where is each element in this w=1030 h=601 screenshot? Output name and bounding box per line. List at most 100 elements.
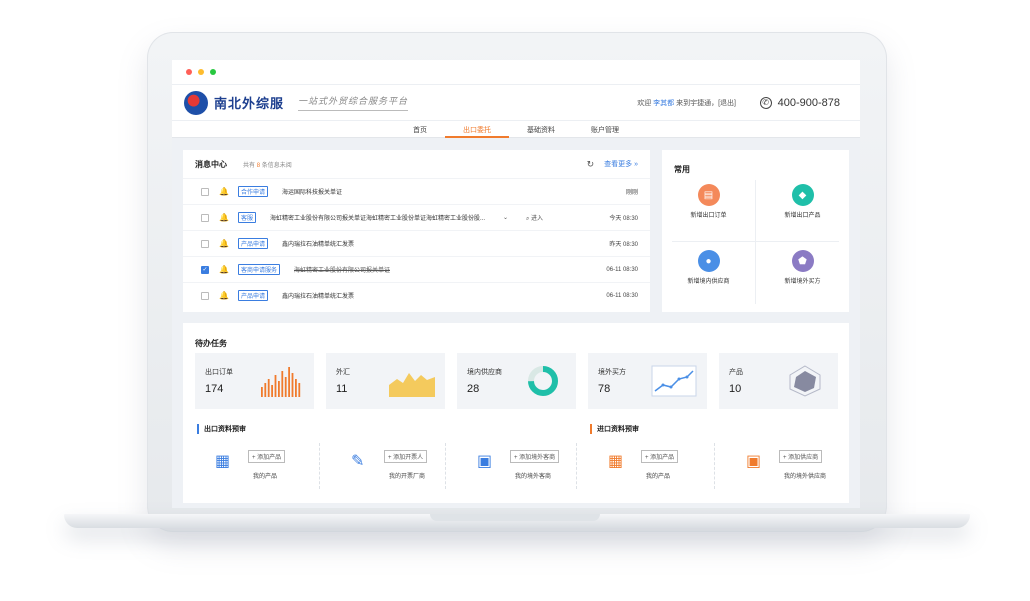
stat-value: 10	[729, 383, 742, 395]
shield-icon: ⬟	[791, 250, 814, 272]
bell-icon: 🔔	[219, 213, 229, 222]
review-item-label[interactable]: 我的开票厂商	[389, 471, 425, 480]
stat-card-3[interactable]: 境外买方 78	[588, 353, 707, 409]
stat-mini-chart	[389, 373, 435, 397]
bell-icon: 🔔	[219, 291, 229, 300]
row-checkbox[interactable]	[201, 239, 209, 248]
stat-value: 11	[336, 383, 348, 395]
message-center-title: 消息中心	[195, 159, 227, 169]
main-nav: 首页 出口委托 基础资料 账户管理	[172, 120, 860, 138]
add-button[interactable]: + 添加产品	[248, 450, 286, 463]
import-review-title: 进口资料预审	[590, 424, 639, 434]
common-action-2[interactable]: ● 新增境内供应商	[662, 242, 755, 307]
stat-mini-chart	[528, 366, 558, 396]
common-grid: ▤ 新增出口订单 ◆ 新增出口产品 ● 新增境内供应商 ⬟ 新增境外买方	[662, 176, 849, 306]
nav-home[interactable]: 首页	[395, 121, 445, 138]
view-more-link[interactable]: 查看更多 »	[604, 159, 638, 169]
add-button[interactable]: + 添加境外客商	[510, 450, 560, 463]
row-checkbox[interactable]	[201, 213, 209, 222]
line-point	[677, 377, 681, 381]
bell-icon: 🔔	[219, 239, 229, 248]
todo-panel: 待办任务 出口订单 174 外汇 11 境内供应商 28 境外买方 78 产品 10 出口资料预审…	[183, 323, 849, 503]
review-item-2[interactable]: ▣ + 添加境外客商 我的境外客商	[477, 445, 597, 485]
stat-card-2[interactable]: 境内供应商 28	[457, 353, 576, 409]
mini-bar	[267, 379, 270, 397]
review-item-4[interactable]: ▣ + 添加供应商 我的境外供应商	[746, 445, 860, 485]
mini-bar	[264, 383, 267, 397]
message-tag: 产品申请	[237, 290, 268, 301]
product-icon: ▦	[215, 453, 231, 470]
common-action-label: 新增境外买方	[784, 279, 821, 285]
message-row[interactable]: 🔔 产品申请 鑫内瑞拉石油精单统汇发票 昨天 08:30	[183, 230, 650, 256]
message-text[interactable]: 海运国际科技报关单证	[282, 187, 342, 196]
add-button[interactable]: + 添加产品	[641, 450, 679, 463]
app-header: 南北外综服 一站式外贸综合服务平台 欢迎 李其都 来到宇捷通，[退出] ✆ 40…	[172, 85, 860, 120]
chevron-down-icon[interactable]: ⌄	[503, 214, 508, 221]
message-row[interactable]: 🔔 客服 海虹精密工业股份有限公司报关单证海虹精密工业股份单证海虹精密工业股份股..…	[183, 204, 650, 230]
line-point	[685, 375, 689, 379]
review-item-label[interactable]: 我的境外客商	[515, 471, 551, 480]
review-item-label[interactable]: 我的产品	[253, 471, 277, 480]
review-item-3[interactable]: ▦ + 添加产品 我的产品	[608, 445, 728, 485]
mini-bar	[284, 377, 287, 397]
review-item-1[interactable]: ✎ + 添加开票人 我的开票厂商	[351, 445, 471, 485]
mini-bar	[274, 375, 277, 397]
message-center-header: 消息中心 共有 8 条信息未阅 ↻ 查看更多 »	[183, 150, 650, 178]
maximize-window-dot[interactable]	[210, 69, 216, 75]
row-checkbox[interactable]	[201, 291, 209, 300]
welcome-suffix[interactable]: 来到宇捷通，[退出]	[676, 100, 736, 107]
mini-bar	[278, 381, 280, 397]
common-actions-panel: 常用 ▤ 新增出口订单 ◆ 新增出口产品 ● 新增境内供应商 ⬟ 新增境外买方	[662, 150, 849, 312]
dashed-divider	[319, 443, 320, 489]
close-window-dot[interactable]	[186, 69, 192, 75]
refresh-icon[interactable]: ↻	[587, 159, 595, 170]
message-time: 06-11 08:30	[606, 266, 638, 273]
bell-icon: 🔔	[219, 187, 229, 196]
phone-icon: ✆	[759, 96, 772, 109]
line-point	[669, 385, 673, 389]
common-action-label: 新增境内供应商	[687, 279, 730, 285]
stat-value: 174	[205, 383, 224, 395]
message-row[interactable]: ✓ 🔔 客商申请服务 海虹精密工业股份有限公司报关单证 06-11 08:30	[183, 256, 650, 282]
common-action-1[interactable]: ◆ 新增出口产品	[756, 176, 849, 241]
message-time: 昨天 08:30	[609, 242, 638, 248]
message-tag: 合作申请	[237, 186, 268, 197]
review-item-0[interactable]: ▦ + 添加产品我的产品	[215, 445, 335, 485]
stat-mini-chart	[651, 365, 697, 397]
brand-logo-icon[interactable]	[184, 90, 208, 115]
unread-number: 8	[256, 162, 261, 169]
stat-label: 出口订单	[205, 369, 233, 376]
review-item-label[interactable]: 我的境外供应商	[784, 471, 826, 480]
enter-link[interactable]: ⌕ 进入	[526, 213, 543, 223]
double-chevron-right-icon: »	[634, 161, 638, 168]
stat-card-0[interactable]: 出口订单 174	[195, 353, 314, 409]
user-name-link[interactable]: 李其都	[653, 100, 674, 107]
stat-label: 产品	[729, 369, 743, 376]
brand-name[interactable]: 南北外综服	[214, 93, 284, 112]
nav-account[interactable]: 账户管理	[573, 121, 637, 138]
message-text[interactable]: 鑫内瑞拉石油精单统汇发票	[282, 239, 354, 248]
stat-value: 28	[467, 383, 480, 395]
stat-card-1[interactable]: 外汇 11	[326, 353, 445, 409]
line-point	[661, 383, 665, 387]
row-checkbox[interactable]	[201, 187, 209, 196]
stat-card-4[interactable]: 产品 10	[719, 353, 838, 409]
message-text[interactable]: 鑫内瑞拉石油精单统汇发票	[282, 291, 354, 300]
add-button[interactable]: + 添加开票人	[384, 450, 428, 463]
minimize-window-dot[interactable]	[198, 69, 204, 75]
nav-basic-data[interactable]: 基础资料	[509, 121, 573, 138]
nav-export-entrust[interactable]: 出口委托	[445, 121, 509, 138]
common-action-3[interactable]: ⬟ 新增境外买方	[756, 242, 849, 307]
message-row[interactable]: 🔔 合作申请 海运国际科技报关单证 刚刚	[183, 178, 650, 204]
message-list: 🔔 合作申请 海运国际科技报关单证 刚刚 🔔 客服 海虹精密工业股份有限公司报关单证海虹精密…	[183, 178, 650, 308]
common-action-0[interactable]: ▤ 新增出口订单	[662, 176, 755, 241]
message-time: 今天 08:30	[609, 216, 638, 222]
add-button[interactable]: + 添加供应商	[779, 450, 823, 463]
message-text[interactable]: 海虹精密工业股份有限公司报关单证	[294, 265, 390, 274]
stat-label: 境外买方	[598, 369, 626, 376]
row-checkbox[interactable]: ✓	[201, 265, 209, 274]
mini-bar	[298, 383, 301, 397]
message-text[interactable]: 海虹精密工业股份有限公司报关单证海虹精密工业股份单证海虹精密工业股份股...	[270, 213, 485, 222]
review-item-label[interactable]: 我的产品	[646, 471, 670, 480]
message-row[interactable]: 🔔 产品申请 鑫内瑞拉石油精单统汇发票 06-11 08:30	[183, 282, 650, 308]
